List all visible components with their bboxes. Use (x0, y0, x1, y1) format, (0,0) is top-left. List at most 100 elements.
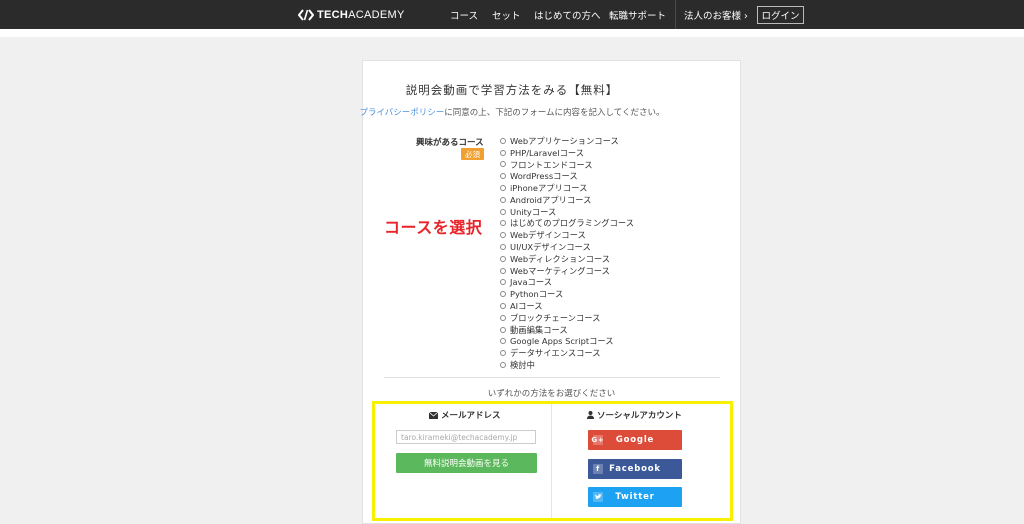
twitter-icon (593, 492, 603, 502)
section-divider (384, 377, 720, 378)
course-option-label: Webマーケティングコース (510, 265, 610, 276)
radio-icon[interactable] (500, 244, 506, 251)
facebook-label: Facebook (609, 464, 661, 474)
radio-icon[interactable] (500, 185, 506, 192)
course-option[interactable]: 動画編集コース (500, 324, 720, 336)
course-option[interactable]: iPhoneアプリコース (500, 182, 720, 194)
course-option[interactable]: Google Apps Scriptコース (500, 336, 720, 348)
course-option-label: データサイエンスコース (510, 348, 601, 359)
required-badge: 必須 (461, 148, 484, 160)
radio-icon[interactable] (500, 267, 506, 274)
course-option[interactable]: Javaコース (500, 277, 720, 289)
course-option-label: AIコース (510, 301, 543, 312)
radio-icon[interactable] (500, 208, 506, 215)
social-section-title: ソーシャルアカウント (587, 409, 682, 421)
radio-icon[interactable] (500, 362, 506, 369)
radio-icon[interactable] (500, 279, 506, 286)
select-course-annotation: コースを選択 (384, 218, 483, 237)
course-option-label: Webアプリケーションコース (510, 135, 619, 146)
email-input[interactable] (396, 430, 536, 444)
course-option[interactable]: Pythonコース (500, 288, 720, 300)
radio-icon[interactable] (500, 303, 506, 310)
course-option[interactable]: PHP/Laravelコース (500, 147, 720, 159)
radio-icon[interactable] (500, 173, 506, 180)
course-option-label: Google Apps Scriptコース (510, 336, 614, 347)
facebook-login-button[interactable]: f Facebook (588, 459, 682, 479)
radio-icon[interactable] (500, 350, 506, 357)
nav-item-career-support[interactable]: 転職サポート (609, 8, 666, 22)
course-option[interactable]: はじめてのプログラミングコース (500, 218, 720, 230)
radio-icon[interactable] (500, 149, 506, 156)
course-option-label: ブロックチェーンコース (510, 312, 601, 323)
user-icon (587, 411, 594, 419)
nav-item-courses[interactable]: コース (450, 8, 478, 22)
radio-icon[interactable] (500, 326, 506, 333)
course-option-label: Webディレクションコース (510, 253, 611, 264)
course-option[interactable]: Webディレクションコース (500, 253, 720, 265)
course-option[interactable]: ブロックチェーンコース (500, 312, 720, 324)
privacy-policy-link[interactable]: プライバシーポリシー (359, 108, 444, 118)
techacademy-logo[interactable]: TECH ACADEMY (298, 7, 405, 23)
course-option-label: Webデザインコース (510, 230, 586, 241)
radio-icon[interactable] (500, 137, 506, 144)
course-option-label: WordPressコース (510, 171, 578, 182)
course-option[interactable]: Androidアプリコース (500, 194, 720, 206)
twitter-login-button[interactable]: Twitter (588, 487, 682, 507)
course-option[interactable]: Webデザインコース (500, 229, 720, 241)
google-label: Google (615, 435, 655, 445)
course-option[interactable]: WordPressコース (500, 170, 720, 182)
course-option-label: Androidアプリコース (510, 194, 592, 205)
envelope-icon (429, 411, 438, 419)
course-option-label: 動画編集コース (510, 324, 568, 335)
column-divider (551, 404, 552, 518)
logo-text-academy: ACADEMY (348, 9, 405, 21)
nav-item-sets[interactable]: セット (492, 8, 521, 22)
social-section-label: ソーシャルアカウント (597, 411, 682, 421)
course-option-label: 検討中 (510, 360, 535, 371)
nav-item-corporate[interactable]: 法人のお客様 › (684, 8, 748, 22)
radio-icon[interactable] (500, 338, 506, 345)
brackets-logo-icon (298, 9, 314, 21)
radio-icon[interactable] (500, 232, 506, 239)
course-option[interactable]: UI/UXデザインコース (500, 241, 720, 253)
radio-icon[interactable] (500, 161, 506, 168)
radio-icon[interactable] (500, 314, 506, 321)
course-option[interactable]: Webアプリケーションコース (500, 135, 720, 147)
facebook-icon: f (593, 464, 603, 474)
course-option-label: フロントエンドコース (510, 159, 593, 170)
course-option[interactable]: AIコース (500, 300, 720, 312)
nav-divider (675, 0, 676, 29)
course-option-label: Unityコース (510, 206, 557, 217)
radio-icon[interactable] (500, 291, 506, 298)
course-option-label: はじめてのプログラミングコース (510, 218, 635, 229)
top-navbar: TECH ACADEMY コース セット はじめての方へ 転職サポート 法人のお客… (0, 0, 1024, 29)
course-option[interactable]: Webマーケティングコース (500, 265, 720, 277)
course-option-label: UI/UXデザインコース (510, 242, 591, 253)
course-option[interactable]: Unityコース (500, 206, 720, 218)
sub-header-bar (0, 29, 1024, 37)
watch-free-video-button[interactable]: 無料説明会動画を見る (396, 453, 537, 473)
course-radio-list: Webアプリケーションコース PHP/Laravelコース フロントエンドコース Wo… (500, 135, 720, 371)
privacy-notice: プライバシーポリシーに同意の上、下記のフォームに内容を記入してください。 (0, 106, 1024, 118)
google-login-button[interactable]: G+ Google (588, 430, 682, 450)
email-section-label: メールアドレス (441, 411, 501, 421)
course-option[interactable]: 検討中 (500, 359, 720, 371)
privacy-notice-text: に同意の上、下記のフォームに内容を記入してください。 (444, 108, 665, 118)
course-option[interactable]: フロントエンドコース (500, 159, 720, 171)
course-option-label: Javaコース (510, 277, 553, 288)
radio-icon[interactable] (500, 196, 506, 203)
login-button[interactable]: ログイン (757, 6, 804, 24)
course-option[interactable]: データサイエンスコース (500, 347, 720, 359)
form-title: 説明会動画で学習方法をみる【無料】 (405, 83, 619, 97)
course-option-label: iPhoneアプリコース (510, 183, 588, 194)
logo-text-tech: TECH (317, 9, 349, 21)
choose-method-text: いずれかの方法をお選びください (487, 389, 616, 399)
google-plus-icon: G+ (591, 435, 605, 445)
twitter-label: Twitter (615, 492, 655, 502)
email-section-title: メールアドレス (429, 409, 501, 421)
radio-icon[interactable] (500, 255, 506, 262)
course-option-label: Pythonコース (510, 289, 564, 300)
nav-item-beginners[interactable]: はじめての方へ (534, 8, 601, 22)
course-field-label: 興味があるコース (416, 138, 484, 148)
radio-icon[interactable] (500, 220, 506, 227)
